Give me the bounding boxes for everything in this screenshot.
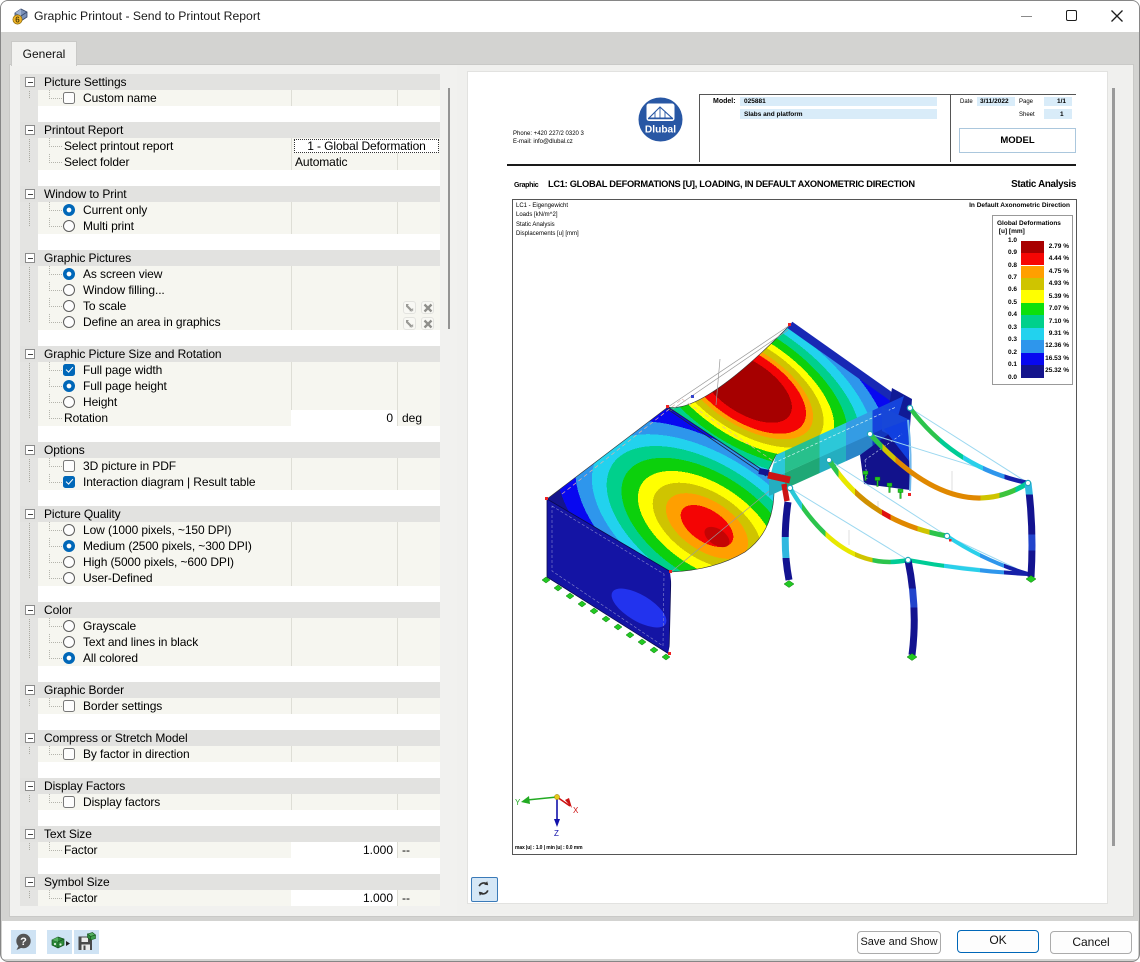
svg-text:?: ? xyxy=(20,936,27,948)
svg-text:X: X xyxy=(573,806,579,815)
svg-text:6: 6 xyxy=(15,16,20,25)
svg-text:Y: Y xyxy=(515,798,521,807)
svg-text:Dlubal: Dlubal xyxy=(645,125,676,136)
svg-text:Z: Z xyxy=(554,829,559,838)
